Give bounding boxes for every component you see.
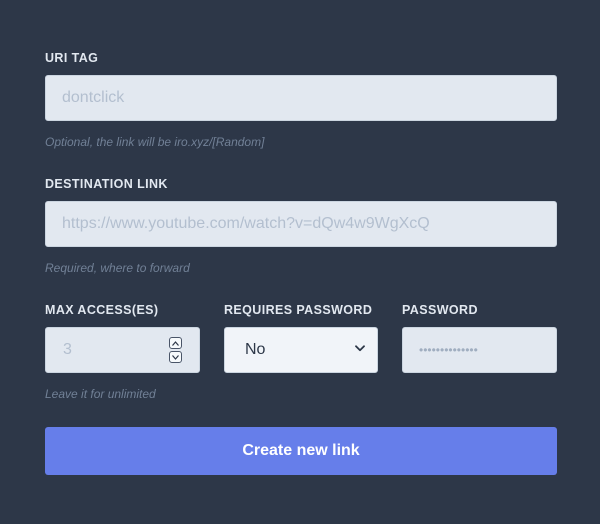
create-link-button[interactable]: Create new link xyxy=(45,427,557,475)
uri-tag-input[interactable]: dontclick xyxy=(45,75,557,121)
destination-input[interactable]: https://www.youtube.com/watch?v=dQw4w9Wg… xyxy=(45,201,557,247)
uri-tag-help: Optional, the link will be iro.xyz/[Rand… xyxy=(45,135,265,149)
chevron-down-icon xyxy=(355,345,365,352)
requires-password-select[interactable]: No xyxy=(224,327,378,373)
destination-placeholder: https://www.youtube.com/watch?v=dQw4w9Wg… xyxy=(62,215,430,232)
requires-password-value: No xyxy=(245,341,266,358)
destination-help: Required, where to forward xyxy=(45,261,190,275)
destination-label: DESTINATION LINK xyxy=(45,177,168,191)
password-placeholder: •••••••••••••• xyxy=(419,343,478,357)
max-access-placeholder: 3 xyxy=(63,341,72,358)
stepper-down-icon[interactable] xyxy=(169,351,182,363)
stepper-up-icon[interactable] xyxy=(169,337,182,349)
number-stepper[interactable] xyxy=(169,337,183,363)
max-access-input[interactable]: 3 xyxy=(45,327,200,373)
max-access-help: Leave it for unlimited xyxy=(45,387,156,401)
uri-tag-placeholder: dontclick xyxy=(62,89,125,106)
password-input[interactable]: •••••••••••••• xyxy=(402,327,557,373)
password-label: PASSWORD xyxy=(402,303,478,317)
requires-password-label: REQUIRES PASSWORD xyxy=(224,303,373,317)
max-access-label: MAX ACCESS(ES) xyxy=(45,303,159,317)
uri-tag-label: URI TAG xyxy=(45,51,99,65)
